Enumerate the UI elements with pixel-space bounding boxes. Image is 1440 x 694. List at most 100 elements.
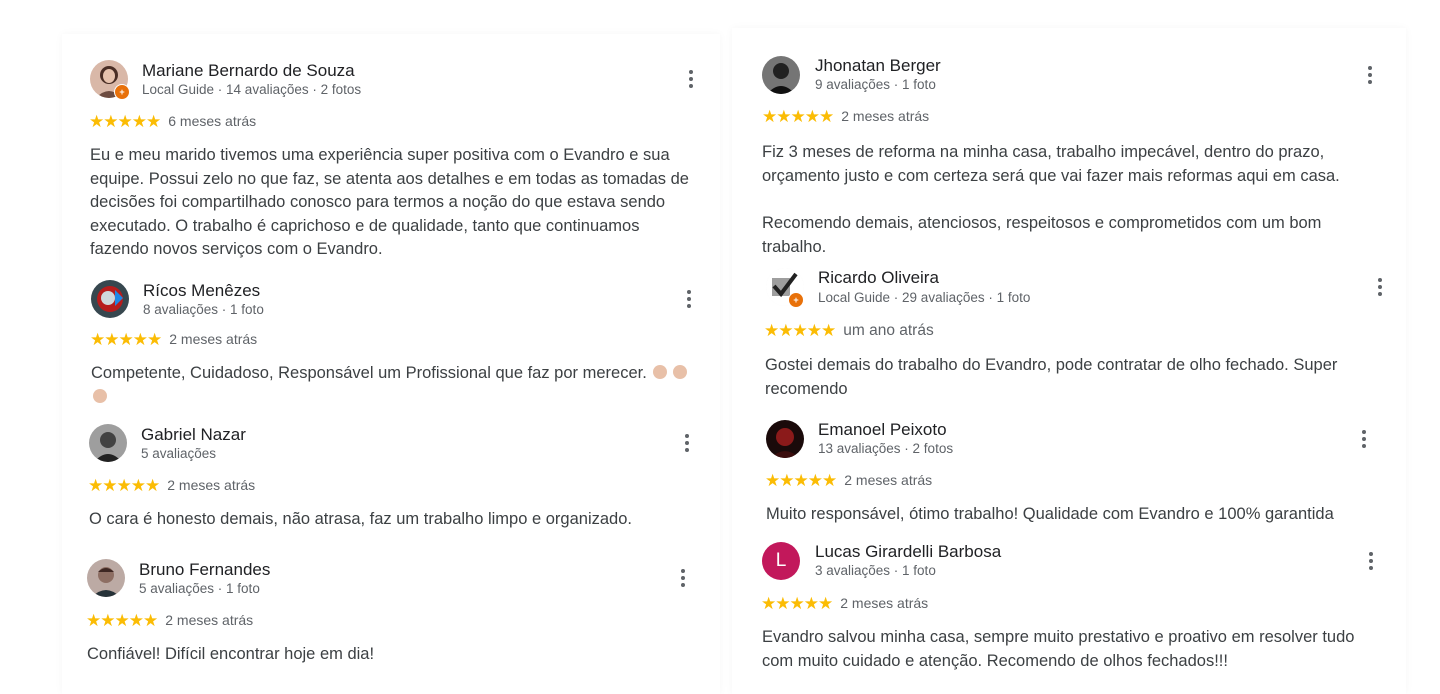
star-icon: ★ — [103, 112, 119, 131]
star-icon: ★ — [822, 471, 838, 490]
review-date: 2 meses atrás — [844, 472, 933, 488]
review-text: Fiz 3 meses de reforma na minha casa, tr… — [762, 143, 1340, 185]
reviewer-name[interactable]: Bruno Fernandes — [139, 560, 270, 580]
review-date: 2 meses atrás — [167, 477, 256, 493]
star-icon: ★ — [804, 107, 820, 126]
reviewer-name[interactable]: Emanoel Peixoto — [818, 420, 947, 440]
star-rating: ★★★★★ 2 meses atrás — [765, 471, 932, 491]
review-text-wrapper: Competente, Cuidadoso, Responsável um Pr… — [91, 362, 703, 409]
review-date: 2 meses atrás — [169, 331, 258, 347]
clapping-hands-emoji-icon — [672, 365, 687, 379]
more-vert-icon[interactable] — [678, 569, 688, 591]
star-icon: ★ — [132, 330, 148, 349]
star-icon: ★ — [117, 112, 133, 131]
more-vert-icon[interactable] — [1375, 278, 1385, 300]
star-icon: ★ — [792, 321, 808, 340]
star-icon: ★ — [88, 476, 104, 495]
more-vert-icon[interactable] — [1366, 552, 1376, 574]
star-icon: ★ — [145, 476, 161, 495]
star-icon: ★ — [114, 611, 130, 630]
star-icon: ★ — [104, 330, 120, 349]
star-icon: ★ — [130, 476, 146, 495]
reviewer-meta: Local Guide · 29 avaliações · 1 foto — [818, 290, 1031, 305]
star-icon: ★ — [761, 594, 777, 613]
reviewer-meta: 5 avaliações · 1 foto — [139, 581, 260, 596]
avatar[interactable] — [766, 420, 804, 458]
reviewer-meta: 8 avaliações · 1 foto — [143, 302, 264, 317]
star-icon: ★ — [765, 471, 781, 490]
star-icon: ★ — [821, 321, 837, 340]
reviewer-name[interactable]: Rícos Menêzes — [143, 281, 260, 301]
reviewer-meta: 3 avaliações · 1 foto — [815, 563, 936, 578]
star-icon: ★ — [776, 107, 792, 126]
star-rating: ★★★★★ 6 meses atrás — [89, 112, 256, 132]
star-icon: ★ — [89, 112, 105, 131]
reviewer-name[interactable]: Ricardo Oliveira — [818, 268, 939, 288]
star-icon: ★ — [90, 330, 106, 349]
star-icon: ★ — [779, 471, 795, 490]
star-icon: ★ — [762, 107, 778, 126]
star-icon: ★ — [803, 594, 819, 613]
star-icon: ★ — [100, 611, 116, 630]
local-guide-badge-icon: + — [788, 292, 804, 308]
star-icon: ★ — [819, 107, 835, 126]
review-text: Confiável! Difícil encontrar hoje em dia… — [87, 645, 375, 663]
star-rating: ★★★★★ 2 meses atrás — [86, 611, 253, 631]
avatar[interactable] — [87, 559, 125, 597]
local-guide-badge-icon: + — [114, 84, 130, 100]
review-text: Eu e meu marido tivemos uma experiência … — [90, 146, 689, 258]
avatar[interactable] — [89, 424, 127, 462]
review-date: 6 meses atrás — [168, 113, 257, 129]
star-icon: ★ — [764, 321, 780, 340]
reviews-panel-left: + Mariane Bernardo de Souza Local Guide … — [62, 34, 720, 694]
star-icon: ★ — [775, 594, 791, 613]
review-text: Gostei demais do trabalho do Evandro, po… — [765, 356, 1338, 398]
review-date: 2 meses atrás — [165, 612, 254, 628]
review-text-paragraph-2: Recomendo demais, atenciosos, respeitoso… — [762, 214, 1322, 256]
review-date: um ano atrás — [843, 322, 934, 339]
star-icon: ★ — [102, 476, 118, 495]
star-icon: ★ — [818, 594, 834, 613]
reviewer-name[interactable]: Gabriel Nazar — [141, 425, 246, 445]
reviewer-name[interactable]: Lucas Girardelli Barbosa — [815, 542, 1001, 562]
reviewer-meta: Local Guide · 14 avaliações · 2 fotos — [142, 82, 362, 97]
star-icon: ★ — [118, 330, 134, 349]
reviewer-meta: 9 avaliações · 1 foto — [815, 77, 936, 92]
review-date: 2 meses atrás — [840, 595, 929, 611]
more-vert-icon[interactable] — [1365, 66, 1375, 88]
star-icon: ★ — [116, 476, 132, 495]
star-rating: ★★★★★ 2 meses atrás — [762, 107, 929, 127]
avatar[interactable] — [91, 280, 129, 318]
reviewer-name[interactable]: Mariane Bernardo de Souza — [142, 61, 355, 81]
star-icon: ★ — [86, 611, 102, 630]
star-icon: ★ — [143, 611, 159, 630]
avatar[interactable] — [762, 56, 800, 94]
reviewer-meta: 5 avaliações — [141, 446, 217, 461]
star-icon: ★ — [793, 471, 809, 490]
star-icon: ★ — [131, 112, 147, 131]
avatar[interactable]: L — [762, 542, 800, 580]
star-icon: ★ — [147, 330, 163, 349]
reviews-panel-right: Jhonatan Berger 9 avaliações · 1 foto ★★… — [732, 28, 1406, 694]
star-icon: ★ — [790, 107, 806, 126]
clapping-hands-emoji-icon — [652, 365, 667, 379]
star-icon: ★ — [806, 321, 822, 340]
reviewer-name[interactable]: Jhonatan Berger — [815, 56, 941, 76]
review-text: O cara é honesto demais, não atrasa, faz… — [89, 510, 632, 528]
review-date: 2 meses atrás — [841, 108, 930, 124]
review-text: Evandro salvou minha casa, sempre muito … — [762, 628, 1355, 670]
clapping-hands-emoji-icon — [93, 388, 107, 403]
star-icon: ★ — [807, 471, 823, 490]
star-rating: ★★★★★ 2 meses atrás — [761, 594, 928, 614]
reviewer-meta: 13 avaliações · 2 fotos — [818, 441, 954, 456]
star-icon: ★ — [128, 611, 144, 630]
star-rating: ★★★★★ 2 meses atrás — [88, 476, 255, 496]
review-text: Competente, Cuidadoso, Responsável um Pr… — [91, 364, 647, 382]
more-vert-icon[interactable] — [1359, 430, 1369, 452]
more-vert-icon[interactable] — [682, 434, 692, 456]
review-text: Muito responsável, ótimo trabalho! Quali… — [766, 505, 1334, 523]
more-vert-icon[interactable] — [686, 70, 696, 92]
star-rating: ★★★★★ 2 meses atrás — [90, 330, 257, 350]
more-vert-icon[interactable] — [684, 290, 694, 312]
star-icon: ★ — [778, 321, 794, 340]
